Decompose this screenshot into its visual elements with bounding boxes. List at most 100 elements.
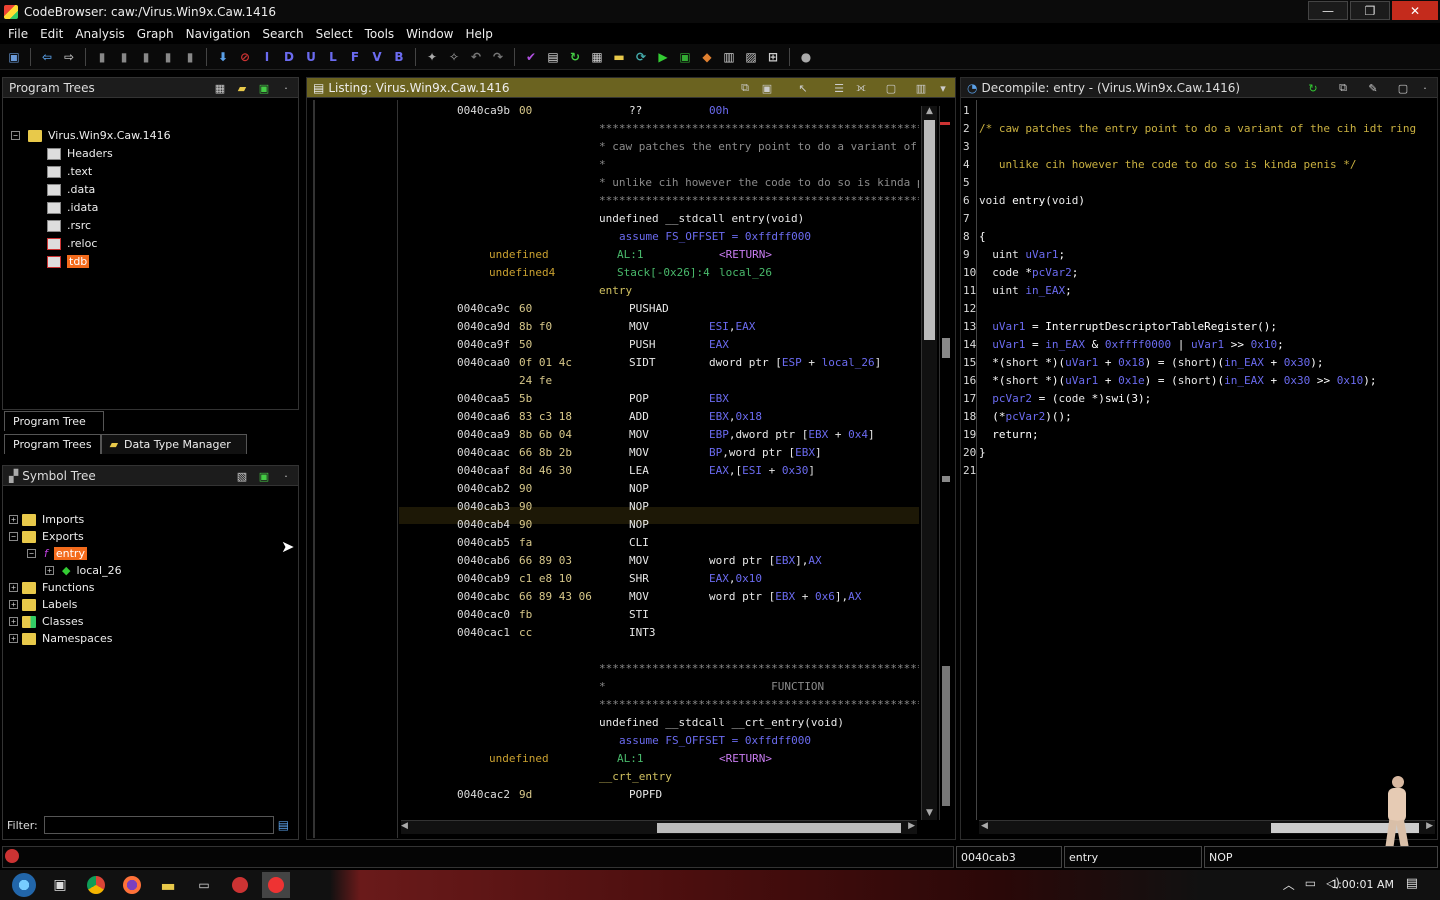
scroll-thumb[interactable] (924, 120, 935, 340)
symbol-imports[interactable]: + Imports (9, 511, 84, 528)
options-icon[interactable]: ▥ (913, 80, 929, 96)
listing-row[interactable]: 0040cab6 66 89 03 MOV word ptr [EBX],AX (399, 552, 919, 570)
refresh-icon[interactable]: ✧ (444, 47, 464, 67)
graph-icon[interactable]: ▨ (741, 47, 761, 67)
decompile-line[interactable]: 2 /* caw patches the entry point to do a … (961, 120, 1437, 138)
copy-icon[interactable]: ⧉ (1335, 80, 1351, 96)
panel-menu-icon[interactable]: · (278, 80, 294, 96)
panel-menu-icon[interactable]: ▾ (935, 80, 951, 96)
menu-tools[interactable]: Tools (359, 27, 401, 41)
menu-edit[interactable]: Edit (34, 27, 69, 41)
file-explorer-icon[interactable]: ▬ (154, 872, 182, 898)
collapse-icon[interactable]: − (27, 549, 36, 558)
back-arrow-icon[interactable]: ⇦ (37, 47, 57, 67)
save-icon[interactable]: ▣ (4, 47, 24, 67)
checkmark-icon[interactable]: ✔ (521, 47, 541, 67)
listing-row[interactable]: 0040cab3 90 NOP (399, 498, 919, 516)
listing-row[interactable]: __crt_entry (399, 768, 919, 786)
scroll-up-icon[interactable]: ▲ (922, 106, 937, 118)
toolbar-letter-i[interactable]: I (257, 47, 277, 67)
open-folder-icon[interactable]: ▰ (234, 80, 250, 96)
listing-row[interactable]: 0040cab4 90 NOP (399, 516, 919, 534)
listing-row[interactable]: ****************************************… (399, 192, 919, 210)
listing-row[interactable]: assume FS_OFFSET = 0xffdff000 (399, 732, 919, 750)
scroll-left-icon[interactable]: ◀ (981, 821, 988, 831)
listing-row[interactable]: 0040caa6 83 c3 18 ADD EBX,0x18 (399, 408, 919, 426)
decompile-line[interactable]: 18 (*pcVar2)(); (961, 408, 1437, 426)
listing-row[interactable]: 0040caa9 8b 6b 04 MOV EBP,dword ptr [EBX + … (399, 426, 919, 444)
listing-body[interactable]: 0040ca9b 00?? 00h *************************… (399, 102, 919, 818)
symbol-local-26[interactable]: + ◆ local_26 (45, 562, 122, 579)
menu-help[interactable]: Help (460, 27, 499, 41)
tree-item-idata[interactable]: .idata (47, 199, 98, 216)
panel-menu-icon[interactable]: · (278, 468, 294, 484)
ghidra-taskbar-icon-active[interactable] (262, 872, 290, 898)
listing-row[interactable]: * (399, 156, 919, 174)
tree-item-rsrc[interactable]: .rsrc (47, 217, 91, 234)
table-icon[interactable]: ▥ (719, 47, 739, 67)
decompile-line[interactable]: 9 uint uVar1; (961, 246, 1437, 264)
toolbar-letter-d[interactable]: D (279, 47, 299, 67)
search-program-icon[interactable]: ⟳ (631, 47, 651, 67)
decompile-line[interactable]: 20} (961, 444, 1437, 462)
expand-icon[interactable]: + (9, 583, 18, 592)
tree-item-data[interactable]: .data (47, 181, 95, 198)
refresh-icon[interactable]: ↻ (1305, 80, 1321, 96)
copy-icon[interactable]: ⧉ (737, 80, 753, 96)
listing-row[interactable]: ****************************************… (399, 696, 919, 714)
listing-row[interactable]: * FUNCTION (399, 678, 919, 696)
down-arrow-icon[interactable]: ⬇ (213, 47, 233, 67)
panel-menu-icon[interactable]: · (1417, 80, 1433, 96)
next-instruction-icon[interactable]: ▮ (114, 47, 134, 67)
listing-row[interactable]: undefined __stdcall entry(void) (399, 210, 919, 228)
overview-bar[interactable] (939, 106, 953, 820)
hscroll-thumb[interactable] (657, 823, 901, 833)
tree-item-reloc[interactable]: .reloc (47, 235, 97, 252)
snapshot-icon[interactable]: ▢ (883, 80, 899, 96)
tab-data-type-manager[interactable]: ▰ Data Type Manager (100, 434, 247, 454)
cursor-text-icon[interactable]: ↖ (795, 80, 811, 96)
chrome-icon[interactable] (82, 872, 110, 898)
start-button-icon[interactable] (10, 872, 38, 898)
scroll-right-icon[interactable]: ▶ (908, 821, 915, 831)
redo-icon[interactable]: ↷ (488, 47, 508, 67)
listing-row[interactable]: 0040ca9d 8b f0 MOV ESI,EAX (399, 318, 919, 336)
symbol-classes[interactable]: + Classes (9, 613, 83, 630)
listing-row[interactable]: 0040caaf 8d 46 30 LEA EAX,[ESI + 0x30] (399, 462, 919, 480)
scroll-right-icon[interactable]: ▶ (1426, 821, 1433, 831)
decompile-line[interactable]: 19 return; (961, 426, 1437, 444)
tree-root[interactable]: − Virus.Win9x.Caw.1416 (11, 127, 171, 144)
listing-row[interactable]: * unlike cih however the code to do so i… (399, 174, 919, 192)
symbol-entry[interactable]: − f entry (27, 545, 87, 562)
listing-row[interactable]: * caw patches the entry point to do a va… (399, 138, 919, 156)
next-data-icon[interactable]: ▮ (92, 47, 112, 67)
decompile-hscrollbar[interactable]: ◀ ▶ (979, 820, 1435, 834)
decompile-line[interactable]: 8{ (961, 228, 1437, 246)
add-icon[interactable]: ▣ (256, 80, 272, 96)
listing-hscrollbar[interactable]: ◀ ▶ (401, 820, 917, 834)
network-icon[interactable]: ▭ (1305, 876, 1316, 893)
toolbar-letter-f[interactable]: F (345, 47, 365, 67)
tab-program-tree[interactable]: Program Tree (4, 411, 104, 431)
tab-program-trees[interactable]: Program Trees (4, 434, 101, 454)
collapse-icon[interactable]: − (11, 131, 20, 140)
expand-icon[interactable]: + (9, 600, 18, 609)
diff-icon[interactable]: ⟗ (853, 80, 869, 96)
run-script-icon[interactable]: ▶ (653, 47, 673, 67)
listing-row[interactable]: 0040caa0 0f 01 4c SIDT dword ptr [ESP + loc… (399, 354, 919, 372)
diamond-icon[interactable]: ◆ (697, 47, 717, 67)
scroll-left-icon[interactable]: ◀ (401, 821, 408, 831)
folder-icon[interactable]: ▬ (609, 47, 629, 67)
memory-map-icon[interactable]: ▦ (587, 47, 607, 67)
listing-row[interactable]: assume FS_OFFSET = 0xffdff000 (399, 228, 919, 246)
listing-row[interactable]: 24 fe (399, 372, 919, 390)
listing-row[interactable]: 0040cac0 fb STI (399, 606, 919, 624)
action-center-icon[interactable]: ▤ (1406, 876, 1418, 891)
toolbar-letter-u[interactable]: U (301, 47, 321, 67)
filter-input[interactable] (43, 816, 274, 834)
decompile-line[interactable]: 10 code *pcVar2; (961, 264, 1437, 282)
task-view-icon[interactable]: ▣ (46, 872, 74, 898)
taskbar-clock[interactable]: 1:00:01 AM (1331, 878, 1394, 891)
decompile-line[interactable]: 11 uint in_EAX; (961, 282, 1437, 300)
close-button[interactable]: ✕ (1392, 1, 1438, 20)
